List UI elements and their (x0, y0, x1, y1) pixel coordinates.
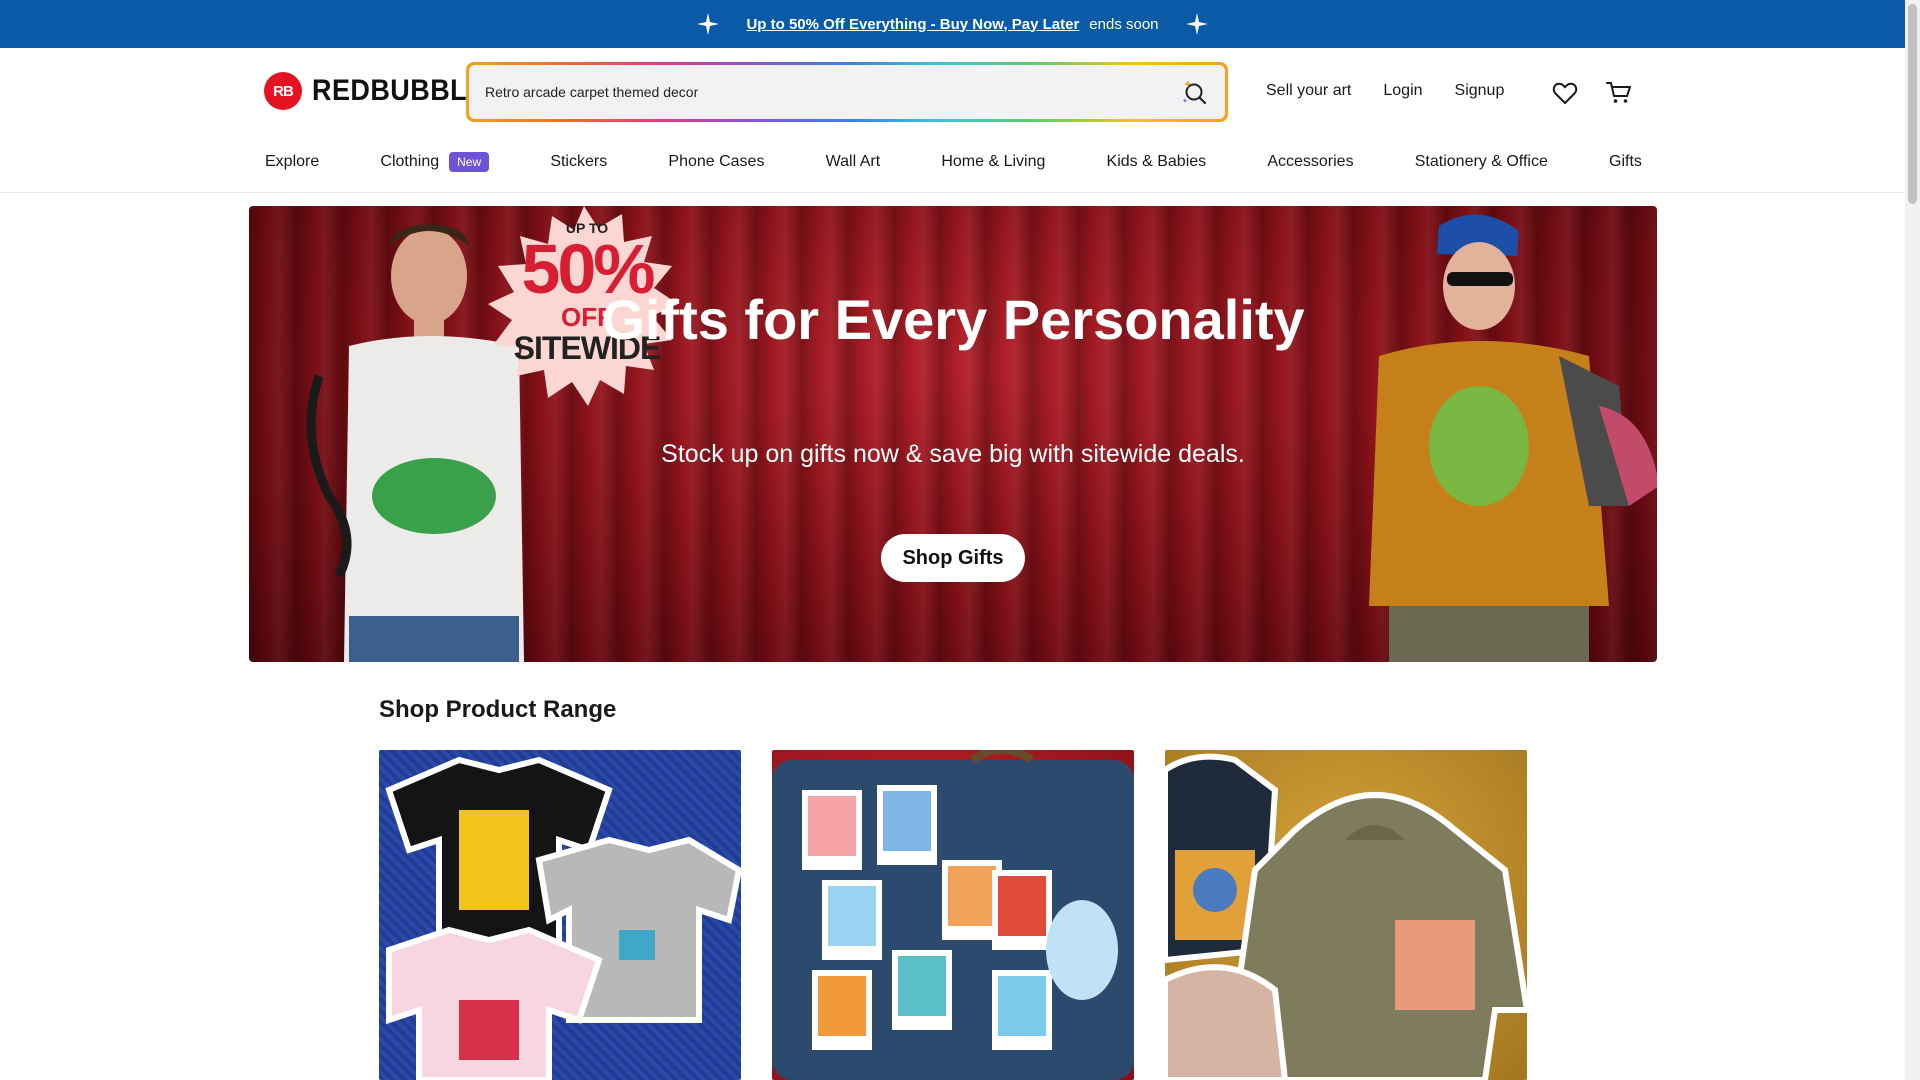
nav-stickers[interactable]: Stickers (550, 152, 607, 172)
promo-suffix: ends soon (1089, 15, 1159, 33)
sparkle-icon (1185, 12, 1209, 36)
header-icons (1550, 78, 1634, 108)
nav-stationery-office[interactable]: Stationery & Office (1415, 152, 1548, 172)
tshirts-image (385, 756, 741, 1080)
hero-banner[interactable]: UP TO 50% OFF SITEWIDE Gifts for Every P… (249, 206, 1657, 662)
nav-clothing-label: Clothing (380, 153, 440, 170)
header-links: Sell your art Login Signup (1266, 82, 1504, 100)
product-range-title: Shop Product Range (379, 696, 617, 723)
shop-gifts-button[interactable]: Shop Gifts (881, 534, 1025, 582)
promo-bar: Up to 50% Off Everything - Buy Now, Pay … (0, 0, 1905, 48)
signup-link[interactable]: Signup (1455, 82, 1505, 100)
promo-link[interactable]: Up to 50% Off Everything - Buy Now, Pay … (746, 16, 1079, 33)
wishlist-heart-icon[interactable] (1550, 78, 1580, 108)
nav-clothing[interactable]: Clothing New (380, 152, 490, 172)
search-input[interactable] (483, 83, 1179, 101)
sparkle-icon (696, 12, 720, 36)
scrollbar-thumb[interactable] (1908, 4, 1917, 204)
search-box (466, 62, 1228, 122)
nav-wall-art[interactable]: Wall Art (826, 152, 881, 172)
logo-mark: RB (264, 72, 302, 110)
category-nav: Explore Clothing New Stickers Phone Case… (265, 152, 1642, 172)
cart-icon[interactable] (1604, 78, 1634, 108)
new-badge: New (449, 152, 490, 172)
nav-phone-cases[interactable]: Phone Cases (668, 152, 764, 172)
page-scrollbar[interactable] (1905, 0, 1920, 1080)
site-header: RB REDBUBBLE Sell your art Login Signup (0, 48, 1905, 193)
nav-home-living[interactable]: Home & Living (941, 152, 1045, 172)
login-link[interactable]: Login (1383, 82, 1422, 100)
hero-model-right-image (1369, 214, 1657, 662)
search-button[interactable] (1179, 76, 1211, 108)
product-card-tshirts[interactable] (379, 750, 741, 1080)
nav-accessories[interactable]: Accessories (1267, 152, 1353, 172)
product-card-stickers[interactable] (772, 750, 1134, 1080)
nav-kids-babies[interactable]: Kids & Babies (1107, 152, 1207, 172)
nav-gifts[interactable]: Gifts (1609, 152, 1642, 172)
stickers-image (772, 750, 1134, 1080)
nav-explore[interactable]: Explore (265, 152, 319, 172)
sell-your-art-link[interactable]: Sell your art (1266, 82, 1351, 100)
logo-text: REDBUBBLE (312, 74, 486, 107)
product-card-hoodies[interactable] (1165, 750, 1527, 1080)
hoodies-image (1165, 753, 1527, 1080)
ai-search-icon (1182, 80, 1207, 105)
